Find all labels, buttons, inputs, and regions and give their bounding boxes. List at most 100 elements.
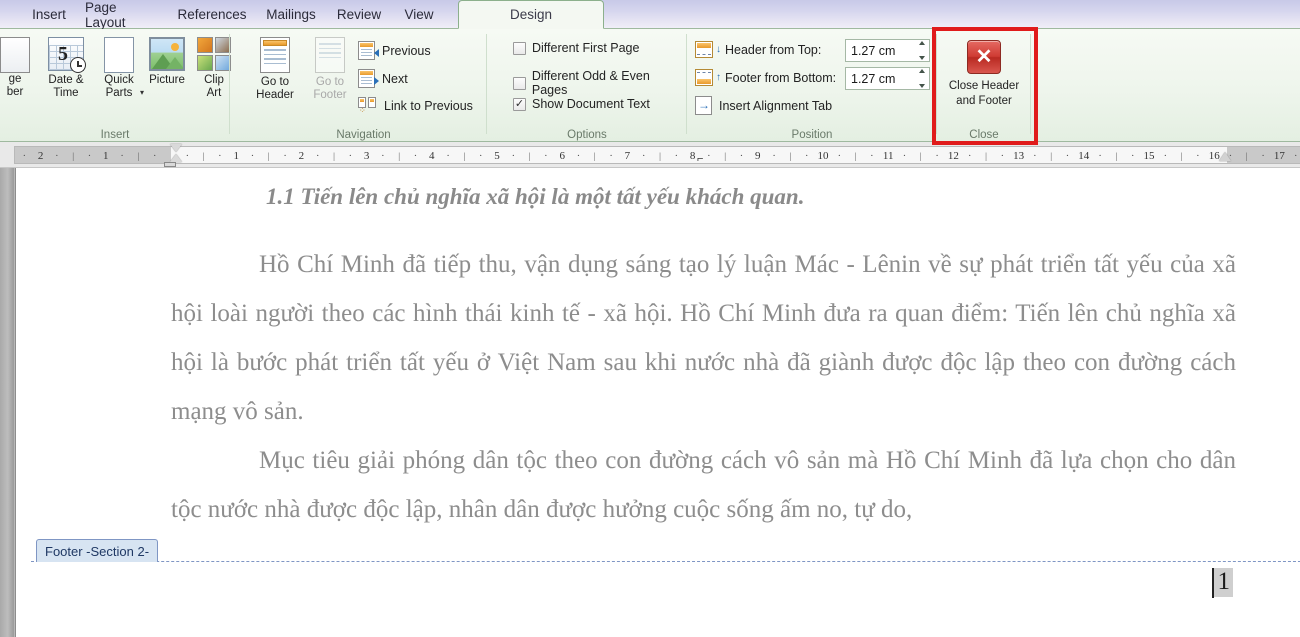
ruler-tick: | [659, 147, 661, 164]
checkbox-icon [513, 77, 526, 90]
page-number-field[interactable]: 1 [1214, 568, 1234, 597]
ruler-tick: · [642, 147, 646, 164]
up-arrow-icon: ↑ [716, 72, 721, 83]
tab-view[interactable]: View [392, 0, 446, 29]
go-to-footer-button[interactable]: Go to Footer [302, 37, 358, 102]
next-button[interactable]: Next [358, 69, 408, 88]
ruler-tick: · [414, 147, 418, 164]
ruler-tick: · [1066, 147, 1070, 164]
link-to-previous-button[interactable]: ⁘ Link to Previous [358, 97, 473, 114]
group-divider [1030, 34, 1031, 134]
ruler-tick: · [316, 147, 320, 164]
ribbon-group-position: ↓ Header from Top: 1.27 cm ↑ Footer from… [687, 29, 937, 142]
page-number-button[interactable]: ge ber [0, 37, 42, 99]
ribbon-tab-strip: Insert Page Layout References Mailings R… [0, 0, 1300, 29]
ruler-tick: · [185, 147, 189, 164]
tab-review[interactable]: Review [326, 0, 392, 29]
date-time-button[interactable]: 5 Date & Time [41, 37, 91, 100]
show-document-text-checkbox[interactable]: ✓ Show Document Text [513, 97, 650, 111]
ruler-ticks: 21|||······|1234567891011121314151617|||… [15, 147, 1300, 164]
header-from-top-input[interactable]: 1.27 cm [845, 39, 930, 62]
ruler-tick: 6 [559, 147, 565, 164]
ruler-tick: 3 [364, 147, 370, 164]
horizontal-ruler[interactable]: 21|||······|1234567891011121314151617|||… [0, 142, 1300, 168]
quick-parts-icon [104, 37, 134, 73]
ruler-tick: · [870, 147, 874, 164]
ruler-tick: · [674, 147, 678, 164]
hanging-indent-marker[interactable] [170, 154, 182, 162]
different-odd-even-pages-checkbox[interactable]: Different Odd & Even Pages [513, 69, 687, 97]
tab-design[interactable]: Design [458, 0, 604, 29]
ruler-tick: 1 [233, 147, 239, 164]
header-from-top-label-row: ↓ Header from Top: [695, 41, 821, 58]
group-label-navigation: Navigation [240, 129, 487, 141]
ruler-tick: · [1294, 147, 1298, 164]
word-window: Insert Page Layout References Mailings R… [0, 0, 1300, 637]
footer-section-tab[interactable]: Footer -Section 2- [36, 539, 158, 562]
footer-from-bottom-label: Footer from Bottom: [725, 71, 836, 85]
close-icon: ✕ [967, 40, 1001, 74]
ruler-tick: · [153, 147, 157, 164]
clip-art-label: Clip Art [204, 74, 224, 100]
tab-stop-marker[interactable]: ⌐ [697, 153, 703, 165]
ruler-tick: · [1163, 147, 1167, 164]
chevron-down-icon[interactable]: ▾ [140, 86, 144, 99]
previous-button[interactable]: Previous [358, 41, 431, 60]
ruler-tick: 5 [494, 147, 500, 164]
ruler-tick: · [446, 147, 450, 164]
close-header-and-footer-button[interactable]: ✕ Close Header and Footer [941, 40, 1027, 109]
ruler-tick: 11 [883, 147, 894, 164]
go-to-header-button[interactable]: Go to Header [247, 37, 303, 102]
tab-page-layout[interactable]: Page Layout [76, 0, 168, 29]
tab-references[interactable]: References [168, 0, 256, 29]
ruler-tick: · [1033, 147, 1037, 164]
ruler-tick: | [1246, 147, 1248, 164]
next-label: Next [382, 72, 408, 86]
ruler-tick: | [1115, 147, 1117, 164]
document-paragraph-1: Hồ Chí Minh đã tiếp thu, vận dụng sáng t… [171, 240, 1236, 436]
insert-alignment-tab-button[interactable]: Insert Alignment Tab [695, 96, 832, 115]
ruler-tick: · [479, 147, 483, 164]
ruler-tick: · [218, 147, 222, 164]
tab-design-label: Design [510, 7, 552, 22]
spinner-arrows[interactable] [916, 41, 927, 60]
left-indent-marker[interactable] [164, 162, 176, 167]
picture-button[interactable]: Picture [142, 37, 192, 87]
ruler-tick: | [137, 147, 139, 164]
document-page[interactable]: 1.1 Tiến lên chủ nghĩa xã hội là một tất… [15, 168, 1300, 637]
paragraph-2-text: Mục tiêu giải phóng dân tộc theo con đườ… [171, 447, 1236, 523]
ruler-tick: 8 [690, 147, 696, 164]
ruler-tick: · [251, 147, 255, 164]
ruler-track[interactable]: 21|||······|1234567891011121314151617|||… [14, 146, 1300, 164]
right-indent-marker[interactable] [1219, 152, 1231, 161]
clip-art-button[interactable]: Clip Art [190, 37, 238, 100]
ruler-tick: · [903, 147, 907, 164]
ruler-tick: | [72, 147, 74, 164]
document-area[interactable]: 1.1 Tiến lên chủ nghĩa xã hội là một tất… [0, 168, 1300, 637]
document-heading: 1.1 Tiến lên chủ nghĩa xã hội là một tất… [266, 184, 1246, 210]
show-document-text-label: Show Document Text [532, 97, 650, 111]
ribbon: ge ber 5 Date & Time Quick Parts ▾ Pi [0, 29, 1300, 142]
tab-mailings[interactable]: Mailings [256, 0, 326, 29]
spinner-arrows[interactable] [916, 69, 927, 88]
ruler-tick: 15 [1144, 147, 1155, 164]
ruler-tick: · [1000, 147, 1004, 164]
header-from-top-label: Header from Top: [725, 43, 821, 57]
different-first-page-checkbox[interactable]: Different First Page [513, 41, 639, 55]
tab-page-layout-label: Page Layout [85, 0, 159, 30]
tab-view-label: View [404, 7, 433, 22]
ribbon-group-navigation: Go to Header Go to Footer Previous [240, 29, 487, 142]
tab-mailings-label: Mailings [266, 7, 316, 22]
first-line-indent-marker[interactable] [170, 144, 182, 152]
ruler-tick: | [1050, 147, 1052, 164]
group-divider [229, 34, 230, 134]
tab-insert[interactable]: Insert [22, 0, 76, 29]
footer-from-bottom-input[interactable]: 1.27 cm [845, 67, 930, 90]
quick-parts-button[interactable]: Quick Parts ▾ [92, 37, 146, 100]
ruler-tick: · [55, 147, 59, 164]
clip-art-icon [197, 37, 231, 71]
ruler-tick: · [609, 147, 613, 164]
footer-from-bottom-label-row: ↑ Footer from Bottom: [695, 69, 836, 86]
ruler-tick: · [935, 147, 939, 164]
link-to-previous-icon: ⁘ [358, 97, 377, 114]
